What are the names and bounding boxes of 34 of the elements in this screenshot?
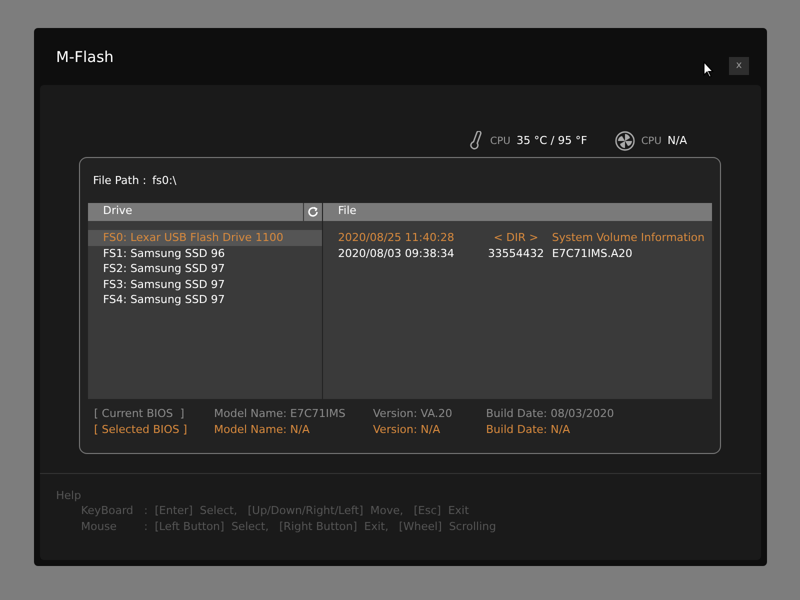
help-device: Mouse xyxy=(81,519,118,535)
fan-icon xyxy=(615,131,636,151)
file-row[interactable]: 2020/08/25 11:40:28 < DIR > System Volume Information xyxy=(323,230,712,246)
model-name: Model Name: N/A xyxy=(214,422,311,438)
bios-label: [ Current BIOS ] xyxy=(94,406,186,422)
help-text: : [Enter] Select, [Up/Down/Right/Left] Move, [Esc] Exit xyxy=(144,503,469,519)
help-device: KeyBoard xyxy=(81,503,134,519)
sensor-label: CPU xyxy=(641,134,662,148)
close-button[interactable]: x xyxy=(729,56,749,74)
bios-version: Version: VA.20 xyxy=(373,406,454,422)
file-row[interactable]: 2020/08/03 09:38:34 33554432 E7C71IMS.A20 xyxy=(323,246,712,261)
drive-item[interactable]: FS2: Samsung SSD 97 xyxy=(88,261,322,276)
window-title: M-Flash xyxy=(56,47,114,68)
bios-label: [ Selected BIOS ] xyxy=(94,422,188,438)
help-title: Help xyxy=(56,488,82,503)
refresh-icon xyxy=(307,206,319,218)
sensor-label: CPU xyxy=(490,134,510,148)
column-header: File xyxy=(323,203,712,221)
help-text: : [Left Button] Select, [Right Button] Exit, [Wheel] Scrolling xyxy=(144,519,496,535)
file-path-value: fs0:\ xyxy=(152,172,176,189)
sensor-reading: N/A xyxy=(668,132,687,149)
build-date: Build Date: N/A xyxy=(486,422,570,438)
model-name: Model Name: E7C71IMS xyxy=(214,406,347,422)
bios-version: Version: N/A xyxy=(373,422,442,438)
drive-item[interactable]: FS3: Samsung SSD 97 xyxy=(88,276,322,292)
mouse-cursor-icon xyxy=(703,61,714,78)
column-header: Drive xyxy=(88,203,303,221)
build-date: Build Date: 08/03/2020 xyxy=(486,406,614,422)
refresh-button[interactable] xyxy=(304,203,322,221)
drive-item[interactable]: FS1: Samsung SSD 96 xyxy=(88,246,322,261)
sensor-reading: 35 °C / 95 °F xyxy=(516,132,588,149)
thermometer-icon xyxy=(470,131,484,151)
drive-item[interactable]: FS4: Samsung SSD 97 xyxy=(88,292,322,308)
file-path-label: File Path : xyxy=(93,172,146,189)
